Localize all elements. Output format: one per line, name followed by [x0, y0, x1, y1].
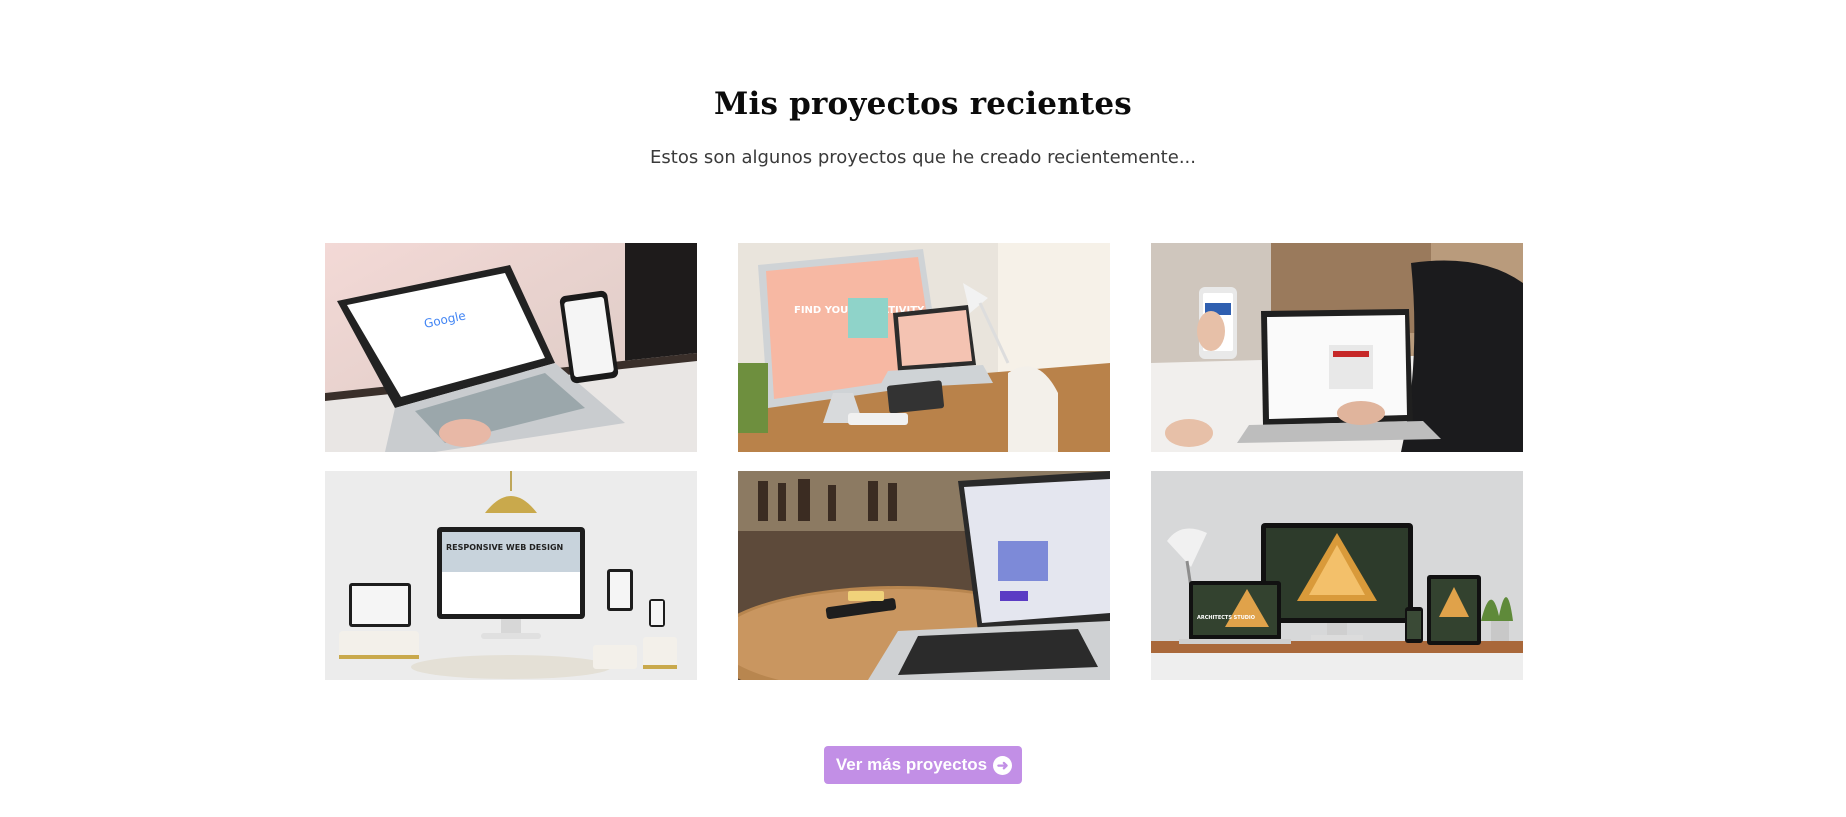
- project-image-laptop-table: [738, 471, 1110, 680]
- section-title: Mis proyectos recientes: [714, 86, 1132, 122]
- project-card-2[interactable]: FIND YOUR CREATIVITY: [738, 243, 1110, 452]
- project-card-3[interactable]: [1151, 243, 1523, 452]
- project-card-5[interactable]: [738, 471, 1110, 680]
- project-image-laptop-phone: Google: [325, 243, 697, 452]
- card4-screen-text: RESPONSIVE WEB DESIGN: [446, 543, 563, 552]
- cta-container: Ver más proyectos ➜: [0, 746, 1846, 784]
- see-more-projects-label: Ver más proyectos: [835, 755, 988, 774]
- project-card-4[interactable]: RESPONSIVE WEB DESIGN: [325, 471, 697, 680]
- project-image-responsive-design: RESPONSIVE WEB DESIGN: [325, 471, 697, 680]
- project-image-phone-laptop: [1151, 243, 1523, 452]
- projects-section: Mis proyectos recientes Estos son alguno…: [0, 0, 1846, 817]
- see-more-projects-button[interactable]: Ver más proyectos ➜: [823, 746, 1023, 784]
- projects-grid: Google FIND YOUR CREATIVITY RESPONSIVE W…: [325, 243, 1525, 680]
- project-image-architecture-studio: ARCHITECTS STUDIO: [1151, 471, 1523, 680]
- project-card-1[interactable]: Google: [325, 243, 697, 452]
- project-image-desktop-creativity: FIND YOUR CREATIVITY: [738, 243, 1110, 452]
- section-subtitle: Estos son algunos proyectos que he cread…: [650, 147, 1196, 168]
- arrow-right-circle-icon: ➜: [993, 755, 1013, 775]
- project-card-6[interactable]: ARCHITECTS STUDIO: [1151, 471, 1523, 680]
- card6-screen-text: ARCHITECTS STUDIO: [1197, 615, 1255, 621]
